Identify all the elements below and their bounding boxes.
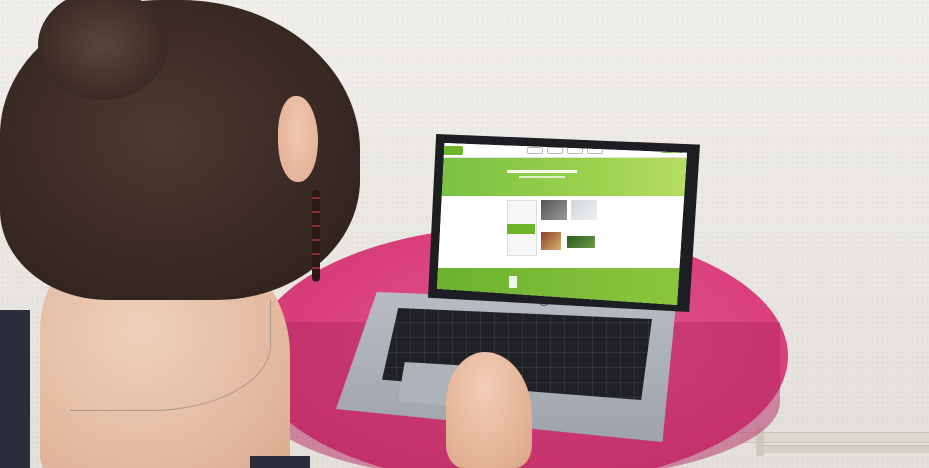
wall-pipe [740,432,929,443]
hero-title [507,170,577,173]
website-content [437,196,687,268]
woman-ear [278,96,318,182]
content-photo [567,236,595,248]
wall-pipe-lower [760,445,929,453]
footer-logo-icon [509,276,517,288]
content-photo [541,232,561,250]
photo-scene [0,0,929,468]
shirt-strap [250,456,310,468]
content-photo [541,200,567,220]
website-hero-banner [437,158,687,196]
laptop-screen [437,143,687,305]
hero-subtitle [519,176,565,178]
earring [312,190,320,282]
content-card-green [507,224,535,234]
nav-item [527,146,543,154]
shirt [0,310,30,468]
content-photo [571,200,597,220]
